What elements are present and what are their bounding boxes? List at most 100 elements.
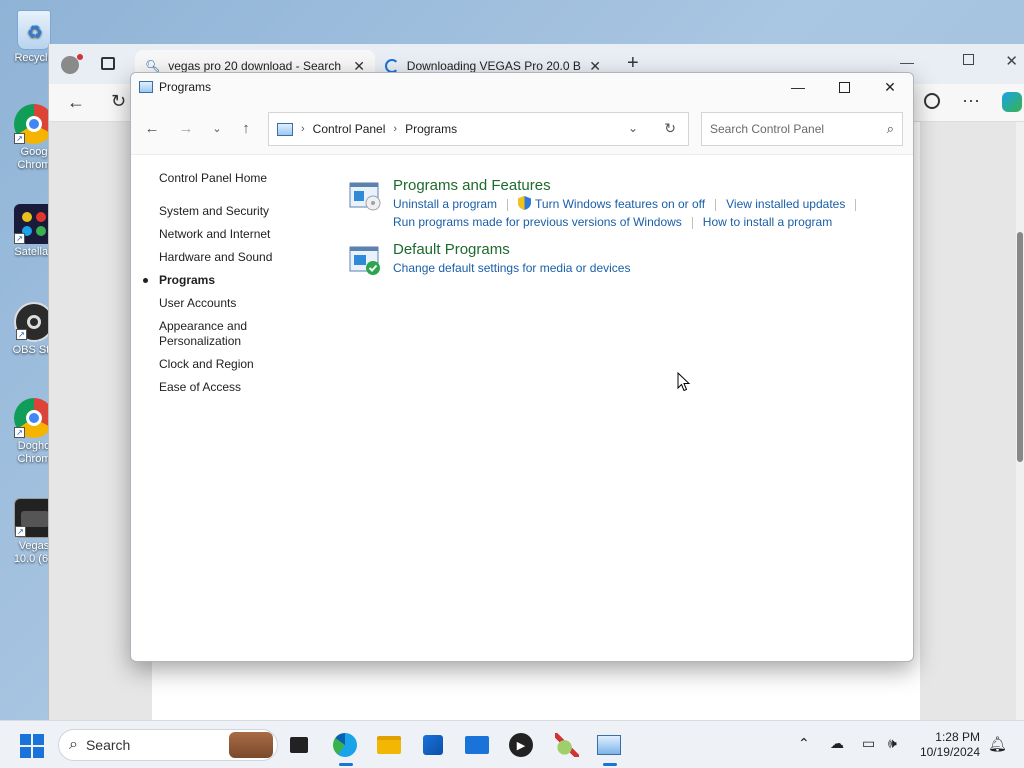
- programs-features-icon: [349, 182, 381, 211]
- search-box[interactable]: ⌕: [701, 112, 903, 146]
- breadcrumb-programs[interactable]: Programs: [405, 122, 457, 136]
- search-icon: ⌕: [69, 736, 78, 753]
- breadcrumb-control-panel[interactable]: Control Panel: [313, 122, 386, 136]
- breadcrumb-chevron-icon[interactable]: ›: [393, 123, 397, 135]
- taskbar-control-panel[interactable]: [594, 730, 624, 766]
- media-player-icon: ▶: [509, 733, 533, 757]
- change-default-settings-link[interactable]: Change default settings for media or dev…: [393, 261, 630, 275]
- section-programs-features: Programs and Features Uninstall a progra…: [349, 177, 866, 231]
- link-divider: [691, 216, 693, 229]
- task-view-icon: [290, 737, 308, 753]
- refresh-icon[interactable]: ↻: [664, 120, 676, 137]
- control-panel-icon: [139, 81, 153, 93]
- store-icon: [423, 735, 443, 755]
- browser-tab-label: vegas pro 20 download - Search: [168, 59, 342, 73]
- loading-icon: [385, 59, 399, 73]
- svg-text:♻: ♻: [27, 22, 43, 43]
- window-title: Programs: [159, 80, 212, 94]
- chevron-down-icon[interactable]: ⌄: [628, 121, 638, 135]
- taskbar-edge[interactable]: [330, 730, 360, 766]
- sidebar-item-network-internet[interactable]: Network and Internet: [159, 227, 339, 242]
- sidebar-item-clock-region[interactable]: Clock and Region: [159, 357, 339, 372]
- search-icon[interactable]: ⌕: [887, 121, 894, 137]
- link-divider: [855, 198, 857, 211]
- recent-locations-button[interactable]: ⌄: [206, 117, 228, 139]
- back-icon[interactable]: ←: [67, 92, 85, 113]
- more-icon[interactable]: ···: [962, 90, 980, 111]
- tab-actions-icon[interactable]: [101, 57, 115, 70]
- start-button[interactable]: [20, 734, 44, 758]
- minimize-button[interactable]: —: [775, 73, 821, 101]
- sidebar-item-user-accounts[interactable]: User Accounts: [159, 296, 339, 311]
- clock-time: 1:28 PM: [935, 730, 980, 744]
- default-programs-link[interactable]: Default Programs: [393, 241, 630, 259]
- mail-icon: [465, 736, 489, 754]
- sidebar-item-programs[interactable]: Programs: [143, 273, 339, 288]
- notification-bell-icon[interactable]: 🔔︎: [988, 735, 1007, 753]
- section-default-programs: Default Programs Change default settings…: [349, 241, 630, 277]
- chevron-up-icon[interactable]: ⌃: [798, 735, 810, 752]
- taskbar-search-label: Search: [85, 737, 131, 753]
- forward-button[interactable]: →: [175, 117, 197, 139]
- close-button[interactable]: ✕: [867, 73, 913, 101]
- windows-features-link[interactable]: Turn Windows features on or off: [535, 197, 705, 211]
- taskbar-media-player[interactable]: ▶: [506, 730, 536, 760]
- taskbar-search[interactable]: ⌕ Search: [58, 729, 278, 761]
- search-highlight-image: [229, 732, 273, 758]
- minimize-icon[interactable]: —: [900, 54, 914, 70]
- volume-icon[interactable]: 🕪︎: [888, 735, 897, 752]
- address-bar[interactable]: › Control Panel › Programs ⌄ ↻: [268, 112, 689, 146]
- compatibility-link[interactable]: Run programs made for previous versions …: [393, 215, 682, 229]
- scrollbar-thumb[interactable]: [1017, 232, 1023, 462]
- sidebar: Control Panel Home System and Security N…: [143, 171, 339, 403]
- maximize-icon[interactable]: [963, 54, 974, 65]
- view-installed-updates-link[interactable]: View installed updates: [726, 197, 845, 211]
- taskbar-network-app[interactable]: [552, 730, 582, 760]
- control-panel-icon: [277, 122, 293, 136]
- maximize-button[interactable]: [821, 73, 867, 101]
- onedrive-offline-icon[interactable]: ☁: [830, 735, 844, 752]
- link-divider: [507, 198, 509, 211]
- control-panel-icon: [597, 735, 621, 755]
- taskbar-store[interactable]: [418, 730, 448, 760]
- uninstall-program-link[interactable]: Uninstall a program: [393, 197, 497, 211]
- sidebar-item-hardware-sound[interactable]: Hardware and Sound: [159, 250, 339, 265]
- sidebar-item-ease-of-access[interactable]: Ease of Access: [159, 380, 339, 395]
- clock-date: 10/19/2024: [919, 745, 980, 759]
- breadcrumb-chevron-icon[interactable]: ›: [301, 123, 305, 135]
- how-to-install-link[interactable]: How to install a program: [703, 215, 832, 229]
- recycle-bin-icon: ♻: [17, 10, 51, 50]
- browser-tab-label: Downloading VEGAS Pro 20.0 Bu: [406, 59, 582, 73]
- search-icon: 🔍︎: [145, 59, 161, 73]
- health-icon[interactable]: [924, 93, 940, 109]
- network-tool-icon: [555, 733, 579, 757]
- taskbar: ⌕ Search ▶ ⌃ ☁ ▭ 🕪︎ 1:28 PM 10/19/2024 🔔…: [0, 720, 1024, 768]
- task-view-button[interactable]: [284, 730, 314, 760]
- search-input[interactable]: [710, 122, 887, 136]
- notification-dot-icon: [77, 54, 83, 60]
- close-icon[interactable]: ✕: [1005, 52, 1018, 70]
- link-divider: [715, 198, 717, 211]
- refresh-icon[interactable]: ↻: [111, 91, 126, 112]
- taskbar-file-explorer[interactable]: [374, 730, 404, 760]
- up-button[interactable]: ↑: [235, 117, 257, 139]
- browser-scrollbar[interactable]: [1016, 122, 1024, 720]
- default-programs-icon: [349, 246, 380, 275]
- back-button[interactable]: ←: [141, 117, 163, 139]
- sidebar-item-appearance[interactable]: Appearance and Personalization: [159, 319, 259, 349]
- uac-shield-icon: [518, 196, 532, 210]
- windows-logo-icon: [20, 734, 31, 745]
- sidebar-item-system-security[interactable]: System and Security: [159, 204, 339, 219]
- display-icon[interactable]: ▭: [862, 735, 875, 752]
- mouse-cursor-icon: [677, 372, 691, 392]
- clock[interactable]: 1:28 PM 10/19/2024: [920, 730, 980, 760]
- copilot-icon[interactable]: [1002, 92, 1022, 112]
- control-panel-window: Programs — ✕ ← → ⌄ ↑ › Control Panel › P…: [130, 72, 914, 662]
- sidebar-item-home[interactable]: Control Panel Home: [159, 171, 339, 186]
- taskbar-mail[interactable]: [462, 730, 492, 760]
- profile-icon[interactable]: [61, 56, 79, 74]
- programs-and-features-link[interactable]: Programs and Features: [393, 177, 866, 195]
- edge-icon: [333, 733, 357, 757]
- folder-icon: [377, 736, 401, 754]
- window-titlebar[interactable]: Programs — ✕: [131, 73, 913, 101]
